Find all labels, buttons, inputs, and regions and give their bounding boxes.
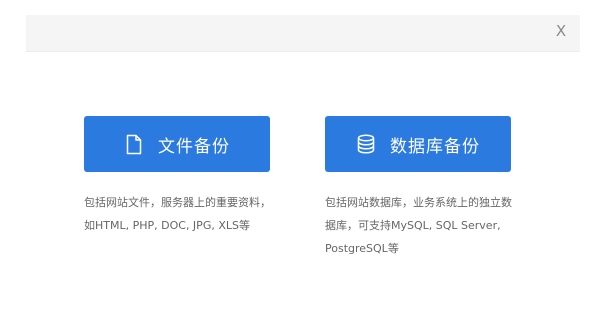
description-line: 如HTML, PHP, DOC, JPG, XLS等 bbox=[84, 219, 250, 232]
description-line: 包括网站数据库，业务系统上的独立数 bbox=[325, 196, 512, 209]
description-line: 据库，可支持MySQL, SQL Server, bbox=[325, 219, 501, 232]
description-line: PostgreSQL等 bbox=[325, 242, 399, 255]
document-icon bbox=[124, 132, 144, 156]
database-icon bbox=[356, 132, 376, 156]
file-backup-button[interactable]: 文件备份 bbox=[84, 116, 270, 172]
db-backup-button[interactable]: 数据库备份 bbox=[325, 116, 511, 172]
db-backup-option: 数据库备份 包括网站数据库，业务系统上的独立数 据库，可支持MySQL, SQL… bbox=[325, 116, 525, 260]
dialog-header: X bbox=[26, 15, 580, 52]
db-backup-label: 数据库备份 bbox=[390, 136, 480, 157]
file-backup-option: 文件备份 包括网站文件，服务器上的重要资料， 如HTML, PHP, DOC, … bbox=[84, 116, 284, 237]
close-button[interactable]: X bbox=[552, 21, 570, 41]
file-backup-label: 文件备份 bbox=[158, 136, 230, 157]
backup-dialog: X 文件备份 包括网站文件，服务器上的重要资料， 如HTML, PHP, DOC… bbox=[0, 0, 606, 336]
db-backup-description: 包括网站数据库，业务系统上的独立数 据库，可支持MySQL, SQL Serve… bbox=[325, 191, 525, 260]
file-backup-description: 包括网站文件，服务器上的重要资料， 如HTML, PHP, DOC, JPG, … bbox=[84, 191, 284, 237]
description-line: 包括网站文件，服务器上的重要资料， bbox=[84, 196, 271, 209]
